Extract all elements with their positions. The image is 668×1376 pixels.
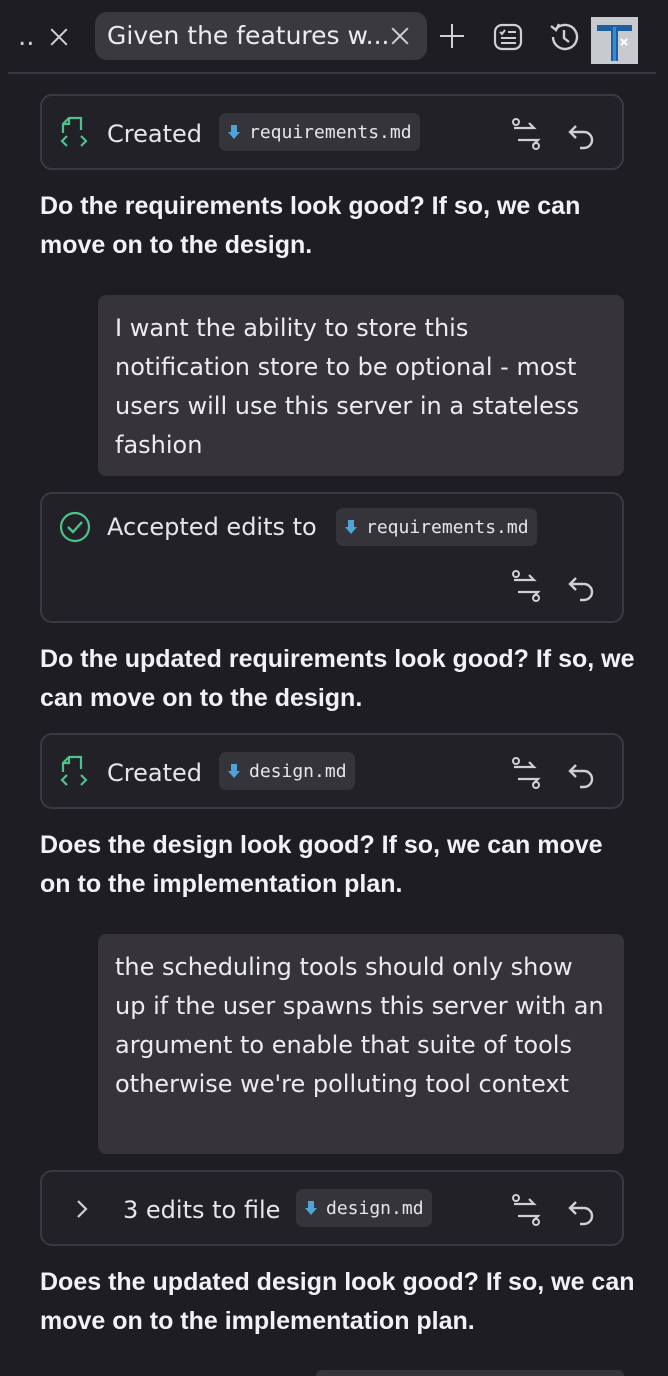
assistant-question-updated-requirements: Do the updated requirements look good? I… <box>40 645 635 712</box>
markdown-file-icon <box>228 764 240 778</box>
undo-icon[interactable] <box>564 755 600 791</box>
history-icon[interactable] <box>547 20 581 54</box>
file-code-icon <box>60 755 88 786</box>
edits-design-card[interactable]: 3 edits to file design.md <box>40 1170 624 1246</box>
user-avatar[interactable] <box>591 17 638 64</box>
edits-label: 3 edits to file <box>123 1196 281 1224</box>
undo-icon[interactable] <box>564 116 600 152</box>
markdown-file-icon <box>345 520 357 534</box>
chat-tab-bar: .. Given the features w... <box>0 0 668 74</box>
avatar-image <box>591 17 638 64</box>
created-label: Created <box>107 120 202 148</box>
file-name: design.md <box>326 1197 424 1219</box>
diff-compare-icon[interactable] <box>508 116 544 152</box>
assistant-question-design: Does the design look good? If so, we can… <box>40 831 603 898</box>
accepted-edits-card: Accepted edits to requirements.md <box>40 492 624 623</box>
accepted-edits-label: Accepted edits to <box>107 513 317 541</box>
diff-compare-icon[interactable] <box>508 1192 544 1228</box>
user-message-optional-store: I want the ability to store this notific… <box>98 295 624 476</box>
created-requirements-card: Created requirements.md <box>40 94 624 170</box>
file-name: requirements.md <box>249 121 412 143</box>
file-name: design.md <box>249 760 347 782</box>
diff-compare-icon[interactable] <box>508 755 544 791</box>
overflow-tabs-indicator[interactable]: .. <box>18 22 35 52</box>
check-circle-icon <box>59 511 91 543</box>
file-code-icon <box>60 116 88 147</box>
file-name: requirements.md <box>366 516 529 538</box>
assistant-question-updated-design: Does the updated design look good? If so… <box>40 1268 635 1335</box>
file-chip-design[interactable]: design.md <box>219 752 355 790</box>
new-chat-plus-icon[interactable] <box>440 24 464 48</box>
diff-compare-icon[interactable] <box>508 568 544 604</box>
created-design-card: Created design.md <box>40 733 624 809</box>
chevron-right-icon[interactable] <box>74 1198 90 1220</box>
undo-icon[interactable] <box>564 1192 600 1228</box>
tab-title: Given the features w... <box>107 21 390 50</box>
assistant-question-requirements: Do the requirements look good? If so, we… <box>40 192 581 259</box>
created-label: Created <box>107 759 202 787</box>
markdown-file-icon <box>228 125 240 139</box>
file-chip-requirements-accepted[interactable]: requirements.md <box>336 508 537 546</box>
task-list-icon[interactable] <box>492 21 524 53</box>
user-message-scheduling-tools: the scheduling tools should only show up… <box>98 934 624 1154</box>
tab-active-chat[interactable]: Given the features w... <box>95 12 427 60</box>
markdown-file-icon <box>305 1201 317 1215</box>
file-chip-requirements[interactable]: requirements.md <box>219 113 420 151</box>
next-message-bubble-edge <box>316 1370 624 1376</box>
file-chip-design-edits[interactable]: design.md <box>296 1189 432 1227</box>
close-tab-icon[interactable] <box>48 26 70 48</box>
undo-icon[interactable] <box>564 568 600 604</box>
close-active-tab-icon[interactable] <box>389 25 411 47</box>
